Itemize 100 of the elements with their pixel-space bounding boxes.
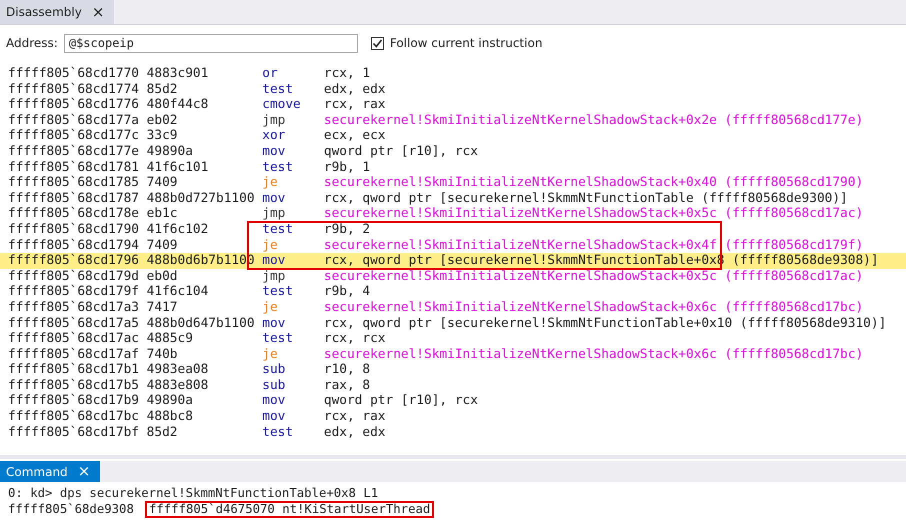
bytes-cell-text: 740b [146, 346, 178, 362]
operand-cell: r10, 8 [324, 362, 370, 378]
disassembly-tab[interactable]: Disassembly × [0, 0, 114, 24]
mnemonic-cell-text: jmp [262, 206, 286, 222]
bytes-cell-text: 488b0d647b1100 [146, 316, 256, 332]
bytes-cell-text: 7409 [146, 238, 178, 254]
highlighted-output: fffff805`d4675070 nt!KiStartUserThread [144, 501, 434, 518]
address-cell-text: fffff805`68cd1796 [8, 253, 140, 269]
address-cell-text: fffff805`68cd17bc [8, 409, 140, 425]
operand-cell: rcx, rcx [324, 331, 386, 347]
operand-cell: securekernel!SkmiInitializeNtKernelShadowStack+0x6c (fffff80568cd17bc) [324, 346, 864, 362]
operand-cell: ecx, ecx [324, 128, 386, 144]
address-cell-text: fffff805`68cd177e [8, 144, 140, 160]
bytes-cell-text: 4983ea08 [146, 362, 210, 378]
operand-cell: securekernel!SkmiInitializeNtKernelShadowStack+0x4f (fffff80568cd179f) [324, 238, 864, 254]
address-cell-text: fffff805`68cd179f [8, 284, 140, 300]
operand-cell: rcx, qword ptr [securekernel!SkmmNtFunctionTable+0x10 (fffff80568de9310)] [324, 316, 886, 332]
mnemonic-cell-text: test [262, 160, 294, 176]
follow-checkbox[interactable] [370, 36, 384, 50]
bytes-cell-text: 85d2 [146, 424, 178, 440]
operand-cell: qword ptr [r10], rcx [324, 144, 478, 160]
operand-cell: qword ptr [r10], rcx [324, 393, 478, 410]
bytes-cell-text: 4883e808 [146, 378, 210, 394]
address-cell-text: fffff805`68cd17a5 [8, 316, 140, 332]
operand-cell: securekernel!SkmiInitializeNtKernelShadowStack+0x6c (fffff80568cd17bc) [324, 300, 864, 316]
address-cell-text: fffff805`68cd17a3 [8, 300, 140, 316]
operand-cell: rcx, qword ptr [securekernel!SkmmNtFunctionTable (fffff80568de9300)] [324, 190, 848, 206]
operand-cell: rcx, rax [324, 97, 386, 113]
address-cell-text: fffff805`68cd1770 [8, 66, 140, 82]
bytes-cell-text: 488bc8 [146, 409, 194, 425]
operand-cell: (fffff80568de9308)] [732, 253, 879, 269]
address-cell-text: fffff805`68cd17b9 [8, 393, 140, 410]
address-cell-text: fffff805`68cd17bf [8, 424, 140, 440]
address-cell-text: fffff805`68cd17af [8, 346, 140, 362]
mnemonic-cell-text: sub [262, 378, 286, 394]
mnemonic-cell-text: je [262, 300, 279, 316]
address-field[interactable]: @$scopeip [64, 34, 358, 52]
mnemonic-cell-text: or [262, 66, 279, 82]
operand-cell: rax, 8 [324, 378, 370, 394]
address-cell-text: fffff805`68cd1781 [8, 160, 140, 176]
mnemonic-cell-text: mov [262, 253, 286, 269]
operand-cell: rcx, 1 [324, 66, 370, 82]
bytes-cell-text: 49890a [146, 144, 194, 160]
operand-cell: r9b, 1 [324, 160, 370, 176]
bytes-cell-text: 4883c901 [146, 66, 210, 82]
mnemonic-cell-text: test [262, 82, 294, 98]
operand-cell: r9b, 2 [324, 222, 370, 238]
address-cell-text: fffff805`68cd177a [8, 112, 140, 128]
address-cell-text: fffff805`68cd1776 [8, 97, 140, 113]
bytes-cell-text: eb02 [146, 112, 178, 128]
mnemonic-cell-text: mov [262, 190, 286, 206]
bytes-cell-text: 85d2 [146, 82, 178, 98]
mnemonic-cell-text: mov [262, 316, 286, 332]
operand-cell: edx, edx [324, 82, 386, 98]
address-cell-text: fffff805`68cd1785 [8, 175, 140, 191]
mnemonic-cell-text: cmove [262, 97, 302, 113]
bytes-cell-text: 480f44c8 [146, 97, 210, 113]
mnemonic-cell-text: test [262, 331, 294, 347]
operand-cell: r9b, 4 [324, 284, 370, 300]
address-cell-text: fffff805`68cd17b1 [8, 362, 140, 378]
operand-cell: securekernel!SkmiInitializeNtKernelShadowStack+0x5c (fffff80568cd17ac) [324, 206, 864, 222]
mnemonic-cell-text: jmp [262, 268, 286, 284]
mnemonic-cell-text: test [262, 284, 294, 300]
mnemonic-cell-text: jmp [262, 112, 286, 128]
bytes-cell-text: 41f6c102 [146, 222, 210, 238]
operand-cell: securekernel!SkmiInitializeNtKernelShadowStack+0x2e (fffff80568cd177e) [324, 112, 864, 128]
operand-cell: rcx, rax [324, 409, 386, 425]
mnemonic-cell-text: test [262, 222, 294, 238]
mnemonic-cell-text: je [262, 346, 279, 362]
address-cell-text: fffff805`68cd17b5 [8, 378, 140, 394]
bytes-cell-text: 49890a [146, 393, 194, 410]
mnemonic-cell-text: mov [262, 409, 286, 425]
close-icon[interactable]: × [92, 4, 104, 20]
address-cell-text: fffff805`68cd179d [8, 268, 140, 284]
command-tab[interactable]: Command × [0, 461, 100, 482]
operand-cell: edx, edx [324, 424, 386, 440]
operand-cell: securekernel!SkmiInitializeNtKernelShadowStack+0x5c (fffff80568cd17ac) [324, 268, 864, 284]
output-line: fffff805`68de9308 [8, 501, 134, 518]
bytes-cell-text: 488b0d727b1100 [146, 190, 256, 206]
address-cell-text: fffff805`68cd1794 [8, 238, 140, 254]
close-icon[interactable]: × [78, 464, 90, 479]
mnemonic-cell-text: test [262, 424, 294, 440]
address-cell-text: fffff805`68cd17ac [8, 331, 140, 347]
operand-cell: securekernel!SkmiInitializeNtKernelShadowStack+0x40 (fffff80568cd1790) [324, 175, 864, 191]
mnemonic-cell-text: je [262, 238, 279, 254]
mnemonic-cell-text: mov [262, 393, 286, 410]
address-cell-text: fffff805`68cd178e [8, 206, 140, 222]
bytes-cell-text: 7417 [146, 300, 178, 316]
address-cell-text: fffff805`68cd1787 [8, 190, 140, 206]
mnemonic-cell-text: je [262, 175, 279, 191]
mnemonic-cell-text: sub [262, 362, 286, 378]
follow-instruction-label: Follow current instruction [390, 36, 542, 50]
output-line: 0: kd> dps securekernel!SkmmNtFunctionTable+0x8 L1 [8, 485, 378, 501]
bytes-cell-text: 7409 [146, 175, 178, 191]
address-cell-text: fffff805`68cd1790 [8, 222, 140, 238]
bytes-cell-text: eb0d [146, 268, 178, 284]
bytes-cell-text: eb1c [146, 206, 178, 222]
address-cell-text: fffff805`68cd177c [8, 128, 140, 144]
bytes-cell-text: 4885c9 [146, 331, 194, 347]
bytes-cell-text: 41f6c104 [146, 284, 210, 300]
